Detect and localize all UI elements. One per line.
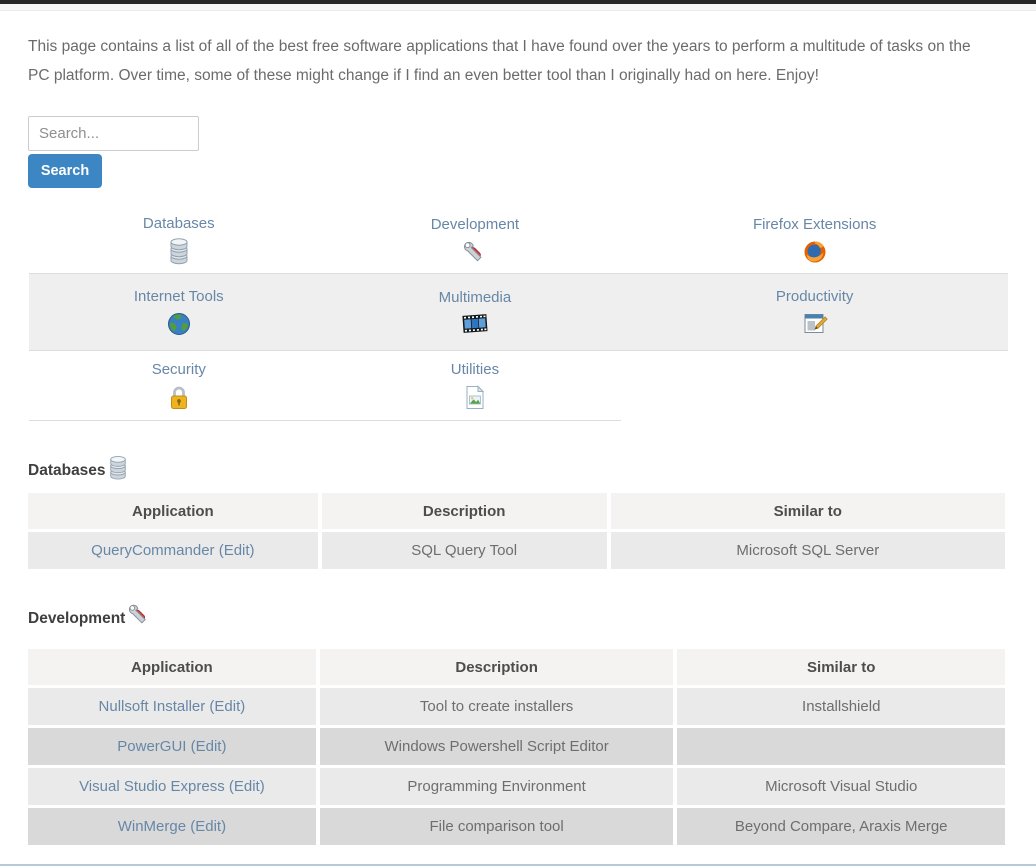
cell-similar-to: Microsoft SQL Server bbox=[611, 532, 1005, 569]
databases-table: Application Description Similar to Query… bbox=[24, 490, 1009, 572]
tools-icon bbox=[462, 239, 488, 265]
app-link-nullsoft-installer[interactable]: Nullsoft Installer (Edit) bbox=[99, 698, 246, 715]
section-title-databases: Databases bbox=[28, 462, 106, 480]
col-header-description: Description bbox=[320, 649, 674, 685]
app-link-querycommander[interactable]: QueryCommander (Edit) bbox=[91, 542, 254, 559]
broken-image-icon bbox=[464, 384, 486, 411]
cell-description: Programming Environment bbox=[320, 768, 674, 805]
lock-icon bbox=[168, 384, 190, 411]
development-table: Application Description Similar to Nulls… bbox=[24, 646, 1009, 848]
table-row: Nullsoft Installer (Edit) Tool to create… bbox=[28, 688, 1005, 725]
category-item-databases[interactable]: Databases bbox=[29, 207, 329, 274]
cell-application: PowerGUI (Edit) bbox=[28, 728, 316, 765]
database-icon bbox=[108, 455, 128, 481]
page: This page contains a list of all of the … bbox=[0, 0, 1036, 866]
cell-description: File comparison tool bbox=[320, 808, 674, 845]
col-header-similar-to: Similar to bbox=[677, 649, 1005, 685]
category-grid: Databases Development bbox=[29, 207, 1008, 421]
main-content: This page contains a list of all of the … bbox=[0, 33, 1036, 848]
development-header-row: Application Description Similar to bbox=[28, 649, 1005, 685]
app-link-winmerge[interactable]: WinMerge (Edit) bbox=[118, 818, 226, 835]
category-link-utilities[interactable]: Utilities bbox=[329, 359, 622, 380]
category-item-utilities[interactable]: Utilities bbox=[329, 351, 622, 421]
category-link-multimedia[interactable]: Multimedia bbox=[329, 287, 622, 308]
col-header-application: Application bbox=[28, 649, 316, 685]
col-header-application: Application bbox=[28, 493, 318, 529]
category-item-internet-tools[interactable]: Internet Tools bbox=[29, 274, 329, 351]
table-row: Visual Studio Express (Edit) Programming… bbox=[28, 768, 1005, 805]
category-item-firefox-extensions[interactable]: Firefox Extensions bbox=[621, 207, 1008, 274]
category-link-internet-tools[interactable]: Internet Tools bbox=[29, 286, 329, 307]
category-row-3: Security Utilities bbox=[29, 351, 1008, 421]
section-heading-databases: Databases bbox=[28, 461, 1008, 481]
category-item-productivity[interactable]: Productivity bbox=[621, 274, 1008, 351]
cell-similar-to bbox=[677, 728, 1005, 765]
category-row-1: Databases Development bbox=[29, 207, 1008, 274]
cell-description: SQL Query Tool bbox=[322, 532, 607, 569]
firefox-icon bbox=[802, 239, 828, 265]
cell-similar-to: Microsoft Visual Studio bbox=[677, 768, 1005, 805]
intro-paragraph: This page contains a list of all of the … bbox=[28, 33, 994, 90]
cell-similar-to: Installshield bbox=[677, 688, 1005, 725]
category-link-security[interactable]: Security bbox=[29, 359, 329, 380]
cell-similar-to: Beyond Compare, Araxis Merge bbox=[677, 808, 1005, 845]
table-row: QueryCommander (Edit) SQL Query Tool Mic… bbox=[28, 532, 1005, 569]
category-link-development[interactable]: Development bbox=[329, 214, 622, 235]
table-row: WinMerge (Edit) File comparison tool Bey… bbox=[28, 808, 1005, 845]
section-heading-development: Development bbox=[28, 610, 1008, 628]
film-icon bbox=[460, 312, 490, 336]
globe-icon bbox=[166, 311, 192, 337]
category-item-security[interactable]: Security bbox=[29, 351, 329, 421]
app-link-powergui[interactable]: PowerGUI (Edit) bbox=[117, 738, 226, 755]
category-link-productivity[interactable]: Productivity bbox=[621, 286, 1008, 307]
cell-description: Windows Powershell Script Editor bbox=[320, 728, 674, 765]
productivity-icon bbox=[802, 311, 828, 337]
search-input[interactable] bbox=[28, 116, 199, 151]
col-header-description: Description bbox=[322, 493, 607, 529]
top-gray-strip bbox=[0, 4, 1036, 11]
cell-description: Tool to create installers bbox=[320, 688, 674, 725]
cell-application: WinMerge (Edit) bbox=[28, 808, 316, 845]
category-link-databases[interactable]: Databases bbox=[29, 213, 329, 234]
cell-application: Visual Studio Express (Edit) bbox=[28, 768, 316, 805]
tools-icon bbox=[127, 602, 152, 627]
section-title-development: Development bbox=[28, 610, 125, 628]
category-item-development[interactable]: Development bbox=[329, 207, 622, 274]
table-row: PowerGUI (Edit) Windows Powershell Scrip… bbox=[28, 728, 1005, 765]
cell-application: Nullsoft Installer (Edit) bbox=[28, 688, 316, 725]
cell-application: QueryCommander (Edit) bbox=[28, 532, 318, 569]
col-header-similar-to: Similar to bbox=[611, 493, 1005, 529]
databases-header-row: Application Description Similar to bbox=[28, 493, 1005, 529]
app-link-visual-studio-express[interactable]: Visual Studio Express (Edit) bbox=[79, 778, 265, 795]
database-icon bbox=[168, 238, 190, 265]
search-button[interactable]: Search bbox=[28, 154, 102, 188]
category-link-firefox-extensions[interactable]: Firefox Extensions bbox=[621, 214, 1008, 235]
category-empty-cell bbox=[621, 351, 1008, 421]
category-item-multimedia[interactable]: Multimedia bbox=[329, 274, 622, 351]
category-row-2: Internet Tools Multimedia bbox=[29, 274, 1008, 351]
